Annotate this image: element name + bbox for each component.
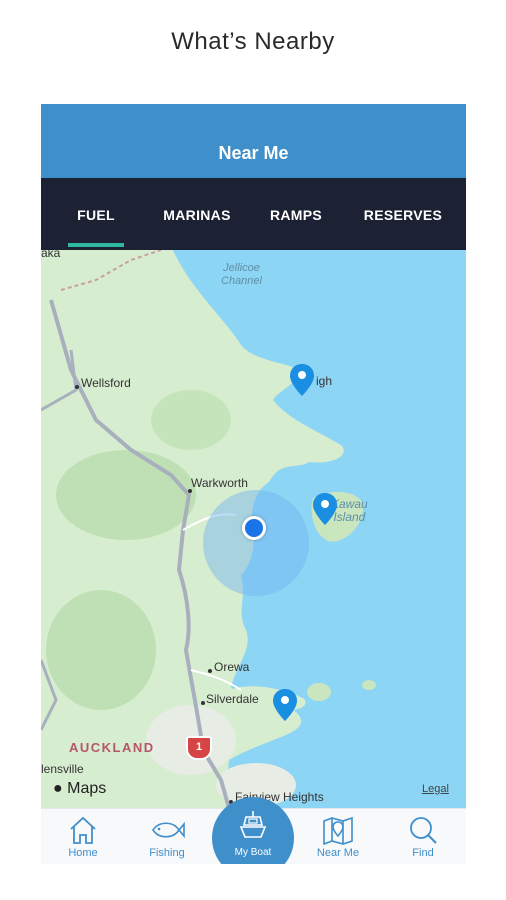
navigation-bar: Near Me — [41, 104, 466, 178]
town-label-orewa: Orewa — [214, 660, 250, 674]
highway-shield: 1 — [186, 736, 212, 760]
maps-attribution: ● Maps — [53, 780, 107, 797]
small-island — [362, 680, 376, 690]
tab-reserves[interactable]: RESERVES — [343, 178, 463, 250]
map-icon — [323, 816, 353, 845]
tab-marinas[interactable]: MARINAS — [145, 178, 249, 250]
town-label-wellsford: Wellsford — [81, 376, 131, 390]
nav-home[interactable]: Home — [48, 815, 118, 859]
forest-area — [151, 390, 231, 450]
current-location-dot — [242, 516, 266, 540]
home-icon — [70, 816, 96, 844]
nav-find[interactable]: Find — [388, 815, 458, 859]
whangaparaoa-fuel-pin[interactable] — [273, 689, 297, 721]
tab-ramps[interactable]: RAMPS — [249, 178, 343, 250]
fish-icon — [152, 821, 185, 839]
category-tab-bar: FUEL MARINAS RAMPS RESERVES — [41, 178, 466, 250]
nav-fishing[interactable]: Fishing — [132, 815, 202, 859]
town-marker — [75, 385, 79, 389]
nav-title: Near Me — [218, 143, 289, 163]
boat-icon — [239, 811, 267, 838]
forest-area — [56, 450, 196, 540]
small-island — [307, 683, 331, 701]
town-label-helensville: lensville — [41, 762, 84, 776]
forest-area — [46, 590, 156, 710]
page-caption: What’s Nearby — [171, 28, 335, 55]
nav-near-me[interactable]: Near Me — [303, 815, 373, 859]
town-label-warkworth: Warkworth — [191, 476, 248, 490]
leigh-fuel-pin[interactable] — [290, 364, 314, 396]
town-marker — [208, 669, 212, 673]
channel-label: Jellicoe Channel — [221, 262, 262, 287]
region-label: AUCKLAND — [69, 740, 155, 755]
town-marker — [201, 701, 205, 705]
town-label: aka — [41, 250, 61, 260]
legal-link[interactable]: Legal — [422, 783, 449, 795]
town-label-silverdale: Silverdale — [206, 692, 259, 706]
tab-fuel[interactable]: FUEL — [59, 178, 133, 250]
apple-logo-icon: ● — [53, 780, 63, 797]
active-tab-indicator — [68, 243, 124, 247]
map-view[interactable]: Jellicoe Channel Kawau Island aka Wellsf… — [41, 250, 466, 808]
location-accuracy-circle — [203, 490, 309, 596]
my-boat-label: My Boat — [234, 847, 272, 858]
search-icon — [410, 817, 437, 844]
app-screen: Near Me FUEL MARINAS RAMPS RESERVES Jell… — [41, 104, 466, 864]
kawau-fuel-pin[interactable] — [313, 493, 337, 525]
town-label-leigh: igh — [316, 374, 333, 388]
